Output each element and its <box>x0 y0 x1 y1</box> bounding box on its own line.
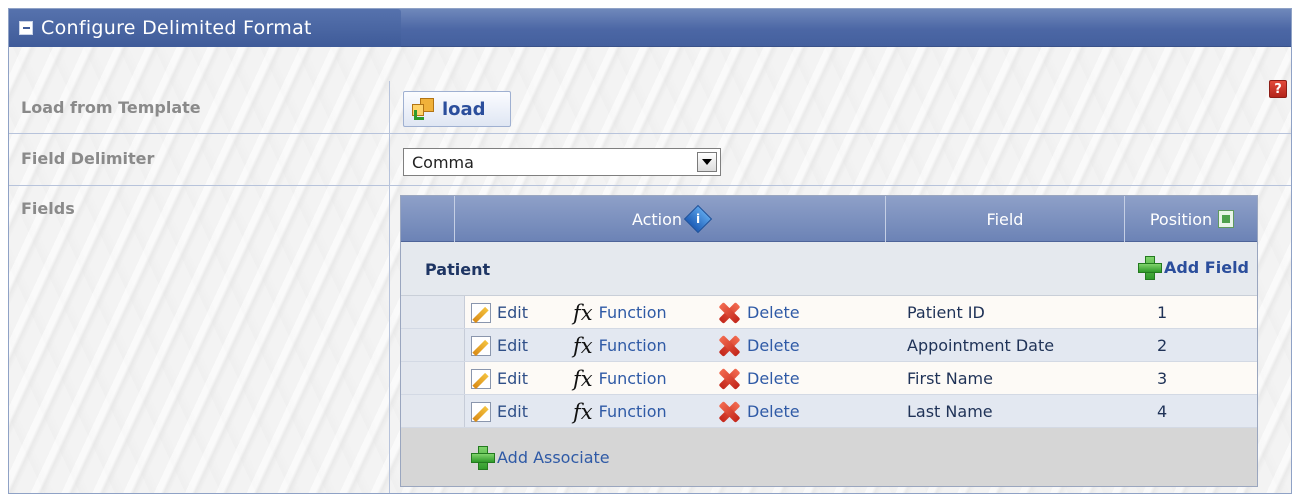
function-label: Function <box>598 303 667 322</box>
row-indent <box>401 395 465 427</box>
edit-label: Edit <box>497 402 528 421</box>
column-header-action-label: Action <box>631 209 683 229</box>
table-row: Edit fx Function Delete First Name 3 <box>401 362 1257 395</box>
fx-icon: fx <box>573 300 593 325</box>
group-row-patient: Patient Add Field <box>401 242 1257 296</box>
position-cell: 4 <box>1157 402 1168 421</box>
add-associate-button[interactable]: Add Associate <box>471 446 610 470</box>
position-cell: 3 <box>1157 369 1168 388</box>
fields-grid: Action i Field Position Patient Add Fiel… <box>400 195 1258 487</box>
delete-label: Delete <box>747 369 800 388</box>
group-name: Patient <box>425 260 491 279</box>
column-header-action[interactable]: Action i <box>455 196 886 242</box>
delete-button[interactable]: Delete <box>717 329 800 362</box>
row-divider <box>9 133 1291 134</box>
spreadsheet-icon[interactable] <box>1218 210 1235 228</box>
function-button[interactable]: fx Function <box>573 296 667 329</box>
table-row: Edit fx Function Delete Appointment Date… <box>401 329 1257 362</box>
edit-label: Edit <box>497 336 528 355</box>
row-indent <box>401 329 465 361</box>
delete-icon <box>717 301 741 325</box>
fx-icon: fx <box>573 333 593 358</box>
row-divider <box>9 185 1291 186</box>
field-delimiter-value: Comma <box>412 152 474 172</box>
function-button[interactable]: fx Function <box>573 395 667 428</box>
table-row: Edit fx Function Delete Last Name 4 <box>401 395 1257 428</box>
load-from-template-label: Load from Template <box>21 98 201 117</box>
delete-button[interactable]: Delete <box>717 395 800 428</box>
add-field-button[interactable]: Add Field <box>1137 256 1249 280</box>
column-header-field[interactable]: Field <box>886 196 1125 242</box>
collapse-icon[interactable] <box>19 21 33 35</box>
plus-icon <box>1137 256 1162 280</box>
function-label: Function <box>598 402 667 421</box>
chevron-down-icon[interactable] <box>697 152 717 172</box>
row-indent <box>401 296 465 328</box>
delete-label: Delete <box>747 303 800 322</box>
panel-title: Configure Delimited Format <box>41 17 312 39</box>
function-button[interactable]: fx Function <box>573 362 667 395</box>
field-name-cell: Last Name <box>907 402 993 421</box>
edit-button[interactable]: Edit <box>471 362 528 395</box>
fx-icon: fx <box>573 366 593 391</box>
field-delimiter-select[interactable]: Comma <box>403 148 721 176</box>
field-delimiter-label: Field Delimiter <box>21 149 155 168</box>
row-indent <box>401 362 465 394</box>
position-cell: 1 <box>1157 303 1168 322</box>
load-button-label: load <box>442 98 486 120</box>
plus-icon <box>471 446 495 470</box>
configure-delimited-format-panel: Configure Delimited Format ? Load from T… <box>8 8 1292 494</box>
field-name-cell: First Name <box>907 369 993 388</box>
column-header-position[interactable]: Position <box>1125 196 1257 242</box>
fields-label: Fields <box>21 199 75 218</box>
function-label: Function <box>598 336 667 355</box>
add-field-label: Add Field <box>1163 257 1249 277</box>
delete-label: Delete <box>747 402 800 421</box>
help-glyph: ? <box>1274 81 1282 97</box>
add-associate-label: Add Associate <box>497 447 610 467</box>
fx-icon: fx <box>573 399 593 424</box>
column-divider <box>389 81 390 493</box>
edit-icon <box>471 302 491 323</box>
column-header-position-label: Position <box>1149 209 1213 229</box>
field-name-cell: Patient ID <box>907 303 985 322</box>
panel-titlebar: Configure Delimited Format <box>9 9 1291 47</box>
help-icon[interactable]: ? <box>1269 80 1287 98</box>
grid-footer: Add Associate <box>401 428 1257 486</box>
column-header-field-label: Field <box>986 209 1024 229</box>
load-template-icon <box>412 98 436 120</box>
delete-icon <box>717 334 741 358</box>
edit-icon <box>471 368 491 389</box>
function-button[interactable]: fx Function <box>573 329 667 362</box>
table-row: Edit fx Function Delete Patient ID 1 <box>401 296 1257 329</box>
function-label: Function <box>598 369 667 388</box>
delete-label: Delete <box>747 336 800 355</box>
grid-header-spacer <box>401 196 455 242</box>
position-cell: 2 <box>1157 336 1168 355</box>
edit-button[interactable]: Edit <box>471 395 528 428</box>
info-icon[interactable]: i <box>683 204 713 234</box>
panel-title-tab[interactable]: Configure Delimited Format <box>9 9 401 47</box>
edit-button[interactable]: Edit <box>471 329 528 362</box>
grid-header: Action i Field Position <box>401 196 1257 242</box>
edit-icon <box>471 335 491 356</box>
edit-button[interactable]: Edit <box>471 296 528 329</box>
edit-icon <box>471 401 491 422</box>
load-button[interactable]: load <box>403 91 511 127</box>
edit-label: Edit <box>497 369 528 388</box>
edit-label: Edit <box>497 303 528 322</box>
delete-icon <box>717 400 741 424</box>
delete-button[interactable]: Delete <box>717 296 800 329</box>
delete-icon <box>717 367 741 391</box>
field-name-cell: Appointment Date <box>907 336 1055 355</box>
delete-button[interactable]: Delete <box>717 362 800 395</box>
